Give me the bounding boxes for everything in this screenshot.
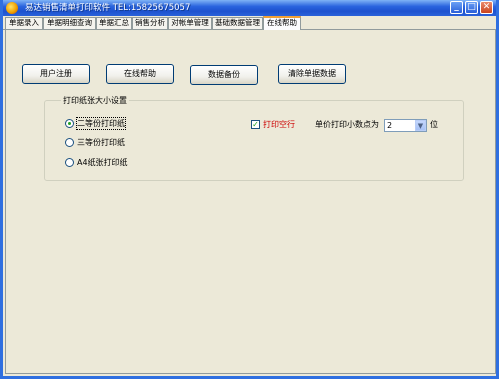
- title-bar[interactable]: 易达销售清单打印软件 TEL:15825675057 _ □ ✕: [3, 0, 496, 16]
- app-window: 易达销售清单打印软件 TEL:15825675057 _ □ ✕ 单据录入 单据…: [0, 0, 499, 379]
- app-icon: [6, 2, 18, 14]
- radio-button[interactable]: [65, 138, 74, 147]
- close-button[interactable]: ✕: [480, 1, 493, 14]
- tab-order-summary[interactable]: 单据汇总: [96, 17, 132, 29]
- print-blank-row-label: 打印空行: [263, 120, 295, 129]
- print-blank-row-checkbox[interactable]: ✓: [251, 120, 260, 129]
- radio-label: A4纸张打印纸: [77, 158, 128, 167]
- tab-strip: 单据录入 单据明细查询 单据汇总 销售分析 对帐单管理 基础数据管理 在线帮助: [3, 16, 496, 30]
- radio-label: 二等份打印纸: [76, 117, 126, 130]
- window-title: 易达销售清单打印软件 TEL:15825675057: [25, 3, 191, 13]
- clear-data-button[interactable]: 清除单据数据: [278, 64, 346, 84]
- minimize-button[interactable]: _: [450, 1, 463, 14]
- decimal-unit-label: 位: [430, 120, 438, 129]
- chevron-down-icon[interactable]: ▼: [415, 120, 426, 131]
- tab-order-detail-query[interactable]: 单据明细查询: [43, 17, 96, 29]
- tab-basic-data-management[interactable]: 基础数据管理: [212, 17, 263, 29]
- decimal-places-select[interactable]: 2 ▼: [384, 119, 427, 132]
- radio-label: 三等份打印纸: [77, 138, 125, 147]
- radio-button[interactable]: [65, 119, 74, 128]
- tab-sales-analysis[interactable]: 销售分析: [132, 17, 168, 29]
- decimal-places-value: 2: [387, 121, 393, 130]
- paper-size-group-title: 打印纸张大小设置: [61, 95, 129, 106]
- backup-button[interactable]: 数据备份: [190, 65, 258, 85]
- tab-statement-management[interactable]: 对帐单管理: [168, 17, 212, 29]
- decimal-places-label: 单价打印小数点为: [315, 120, 379, 129]
- maximize-button[interactable]: □: [465, 1, 478, 14]
- tab-order-entry[interactable]: 单据录入: [5, 17, 43, 29]
- tab-online-help[interactable]: 在线帮助: [263, 16, 301, 30]
- radio-button[interactable]: [65, 158, 74, 167]
- register-button[interactable]: 用户注册: [22, 64, 90, 84]
- online-help-button[interactable]: 在线帮助: [106, 64, 174, 84]
